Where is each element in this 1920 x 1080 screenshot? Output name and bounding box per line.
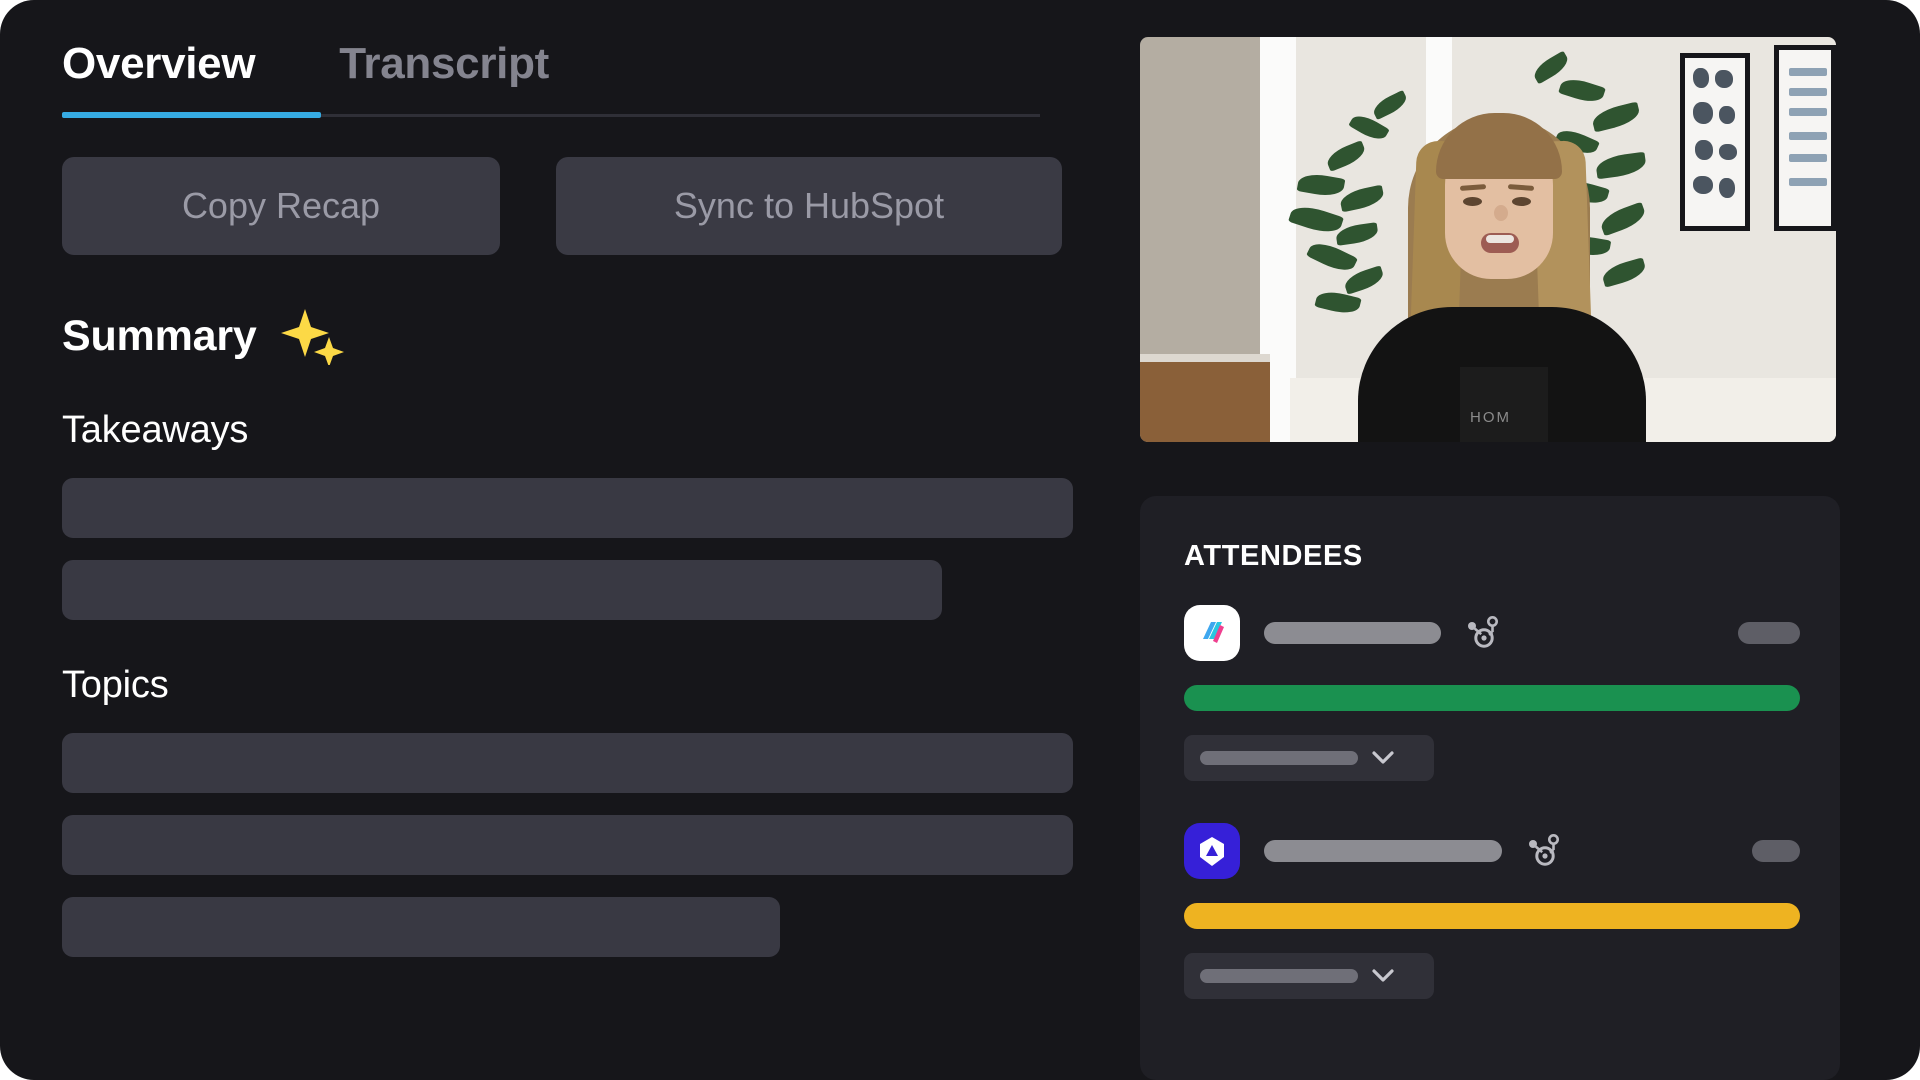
select-value-skeleton: [1200, 969, 1358, 983]
attendee-row[interactable]: [1184, 823, 1800, 879]
action-button-row: Copy Recap Sync to HubSpot: [62, 157, 1140, 255]
attendee-role-select[interactable]: [1184, 953, 1434, 999]
sparkles-icon: [280, 309, 344, 365]
attendee-name-skeleton: [1264, 622, 1441, 644]
status-bar-amber: [1184, 903, 1800, 929]
app-logo-avatar-icon: [1184, 605, 1240, 661]
hubspot-sprocket-icon[interactable]: [1467, 615, 1501, 651]
attendee-row[interactable]: [1184, 605, 1800, 661]
active-tab-underline: [62, 112, 321, 118]
hubspot-sprocket-icon[interactable]: [1528, 833, 1562, 869]
attendees-heading: ATTENDEES: [1184, 540, 1363, 572]
skeleton-bar: [62, 733, 1073, 793]
attendee-tag-skeleton: [1738, 622, 1800, 644]
chevron-down-icon: [1372, 969, 1394, 982]
attendee-item: [1184, 605, 1800, 781]
diamond-logo-avatar-icon: [1184, 823, 1240, 879]
takeaways-placeholder-list: [62, 478, 1140, 620]
attendee-tag-skeleton: [1752, 840, 1800, 862]
skeleton-bar: [62, 897, 780, 957]
skeleton-bar: [62, 560, 942, 620]
video-scene: HOM: [1140, 37, 1836, 442]
summary-header: Summary: [62, 307, 1140, 365]
overview-panel: Overview Transcript Copy Recap Sync to H…: [0, 0, 1140, 1080]
wall-art-frame: [1680, 53, 1750, 231]
section-label-topics: Topics: [62, 664, 169, 706]
tab-bar: Overview Transcript: [62, 42, 1042, 114]
tab-transcript[interactable]: Transcript: [339, 42, 549, 114]
meeting-video-thumbnail[interactable]: HOM: [1140, 37, 1836, 442]
page-title: Summary: [62, 311, 257, 360]
topics-placeholder-list: [62, 733, 1140, 957]
sync-to-hubspot-button[interactable]: Sync to HubSpot: [556, 157, 1062, 255]
skeleton-bar: [62, 478, 1073, 538]
chevron-down-icon: [1372, 751, 1394, 764]
attendee-role-select[interactable]: [1184, 735, 1434, 781]
shirt-text: HOM: [1470, 409, 1511, 426]
select-value-skeleton: [1200, 751, 1358, 765]
section-label-takeaways: Takeaways: [62, 409, 249, 451]
tab-overview[interactable]: Overview: [62, 42, 256, 114]
tab-divider: [62, 112, 1040, 118]
wall-art-frame: [1774, 45, 1836, 231]
status-bar-green: [1184, 685, 1800, 711]
copy-recap-button[interactable]: Copy Recap: [62, 157, 500, 255]
right-sidebar: HOM ATTENDEES: [1140, 0, 1920, 1080]
attendees-panel: ATTENDEES: [1140, 496, 1840, 1080]
attendee-name-skeleton: [1264, 840, 1502, 862]
app-window: Overview Transcript Copy Recap Sync to H…: [0, 0, 1920, 1080]
attendee-item: [1184, 823, 1800, 999]
skeleton-bar: [62, 815, 1073, 875]
